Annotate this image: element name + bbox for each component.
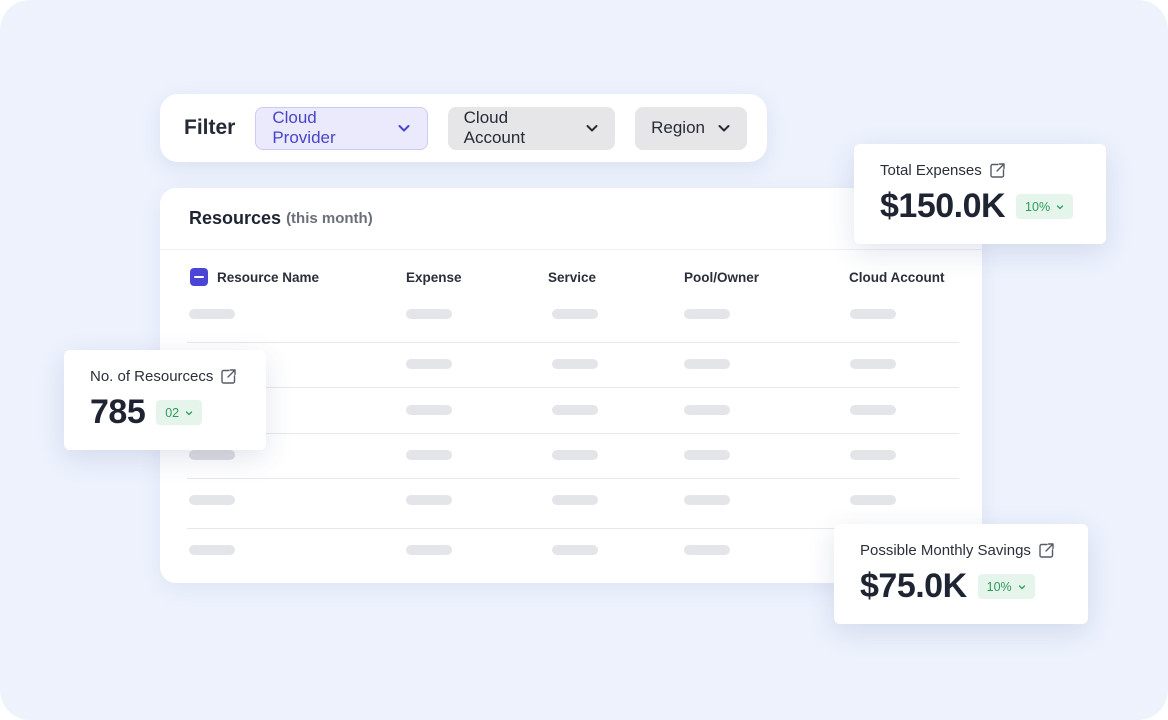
resources-count-label: No. of Resourcecs <box>90 368 214 385</box>
total-expenses-value-row: $150.0K 10% <box>880 187 1080 226</box>
row-divider <box>187 478 959 479</box>
chevron-down-icon <box>397 121 411 135</box>
skeleton-cell <box>189 545 235 555</box>
region-label: Region <box>651 118 705 137</box>
skeleton-cell <box>406 309 452 319</box>
filter-bar: Filter Cloud Provider Cloud Account Regi… <box>160 94 767 162</box>
savings-value: $75.0K <box>860 567 967 605</box>
skeleton-cell <box>552 450 598 460</box>
skeleton-cell <box>850 450 896 460</box>
skeleton-cell <box>189 495 235 505</box>
skeleton-cell <box>552 545 598 555</box>
cloud-provider-dropdown[interactable]: Cloud Provider <box>255 106 428 150</box>
resources-count-value: 785 <box>90 393 146 431</box>
skeleton-cell <box>552 359 598 369</box>
savings-label-row: Possible Monthly Savings <box>860 542 1062 559</box>
resources-count-card[interactable]: No. of Resourcecs 785 02 <box>64 350 266 450</box>
row-divider <box>187 433 959 434</box>
skeleton-cell <box>406 359 452 369</box>
table-header: Resource Name Expense Service Pool/Owner… <box>160 268 982 288</box>
skeleton-cell <box>850 495 896 505</box>
column-header-service[interactable]: Service <box>548 270 596 285</box>
savings-card[interactable]: Possible Monthly Savings $75.0K 10% <box>834 524 1088 624</box>
skeleton-cell <box>850 309 896 319</box>
filter-label: Filter <box>184 116 236 139</box>
column-header-pool-owner[interactable]: Pool/Owner <box>684 270 759 285</box>
skeleton-cell <box>684 545 730 555</box>
chevron-down-icon <box>717 121 731 135</box>
column-header-resource-name[interactable]: Resource Name <box>217 270 319 285</box>
canvas: Filter Cloud Provider Cloud Account Regi… <box>0 0 1168 720</box>
total-expenses-card[interactable]: Total Expenses $150.0K 10% <box>854 144 1106 244</box>
external-link-icon[interactable] <box>220 368 237 385</box>
savings-label: Possible Monthly Savings <box>860 542 1031 559</box>
resources-title: Resources <box>189 208 282 228</box>
chevron-down-icon <box>585 121 599 135</box>
savings-value-row: $75.0K 10% <box>860 567 1062 606</box>
select-all-checkbox[interactable] <box>190 268 208 286</box>
skeleton-cell <box>406 450 452 460</box>
total-expenses-value: $150.0K <box>880 187 1006 225</box>
column-header-cloud-account[interactable]: Cloud Account <box>849 270 945 285</box>
cloud-provider-label: Cloud Provider <box>272 108 336 147</box>
trend-badge-value: 02 <box>165 405 180 420</box>
minus-icon <box>194 276 204 278</box>
trend-badge: 10% <box>977 574 1035 599</box>
skeleton-cell <box>552 495 598 505</box>
skeleton-cell <box>189 450 235 460</box>
row-divider <box>187 387 959 388</box>
resources-count-label-row: No. of Resourcecs <box>90 368 240 385</box>
skeleton-cell <box>406 545 452 555</box>
external-link-icon[interactable] <box>1038 542 1055 559</box>
skeleton-cell <box>684 450 730 460</box>
trend-badge: 02 <box>156 400 203 425</box>
skeleton-cell <box>684 495 730 505</box>
external-link-icon[interactable] <box>989 162 1006 179</box>
resources-count-value-row: 785 02 <box>90 393 240 432</box>
cloud-account-label: Cloud Account <box>463 108 526 147</box>
skeleton-cell <box>850 359 896 369</box>
cloud-account-dropdown[interactable]: Cloud Account <box>447 106 616 150</box>
total-expenses-label-row: Total Expenses <box>880 162 1080 179</box>
skeleton-cell <box>406 495 452 505</box>
row-divider <box>187 342 959 343</box>
skeleton-cell <box>552 309 598 319</box>
skeleton-cell <box>684 405 730 415</box>
trend-badge-value: 10% <box>986 579 1012 594</box>
resources-subtitle: (this month) <box>286 210 373 227</box>
chevron-down-icon <box>185 409 193 417</box>
chevron-down-icon <box>1018 583 1026 591</box>
trend-badge: 10% <box>1016 194 1074 219</box>
chevron-down-icon <box>1056 203 1064 211</box>
total-expenses-label: Total Expenses <box>880 162 982 179</box>
trend-badge-value: 10% <box>1025 199 1051 214</box>
skeleton-cell <box>684 309 730 319</box>
region-dropdown[interactable]: Region <box>635 106 747 150</box>
skeleton-cell <box>189 309 235 319</box>
skeleton-cell <box>684 359 730 369</box>
skeleton-cell <box>552 405 598 415</box>
skeleton-cell <box>850 405 896 415</box>
skeleton-cell <box>406 405 452 415</box>
column-header-expense[interactable]: Expense <box>406 270 462 285</box>
